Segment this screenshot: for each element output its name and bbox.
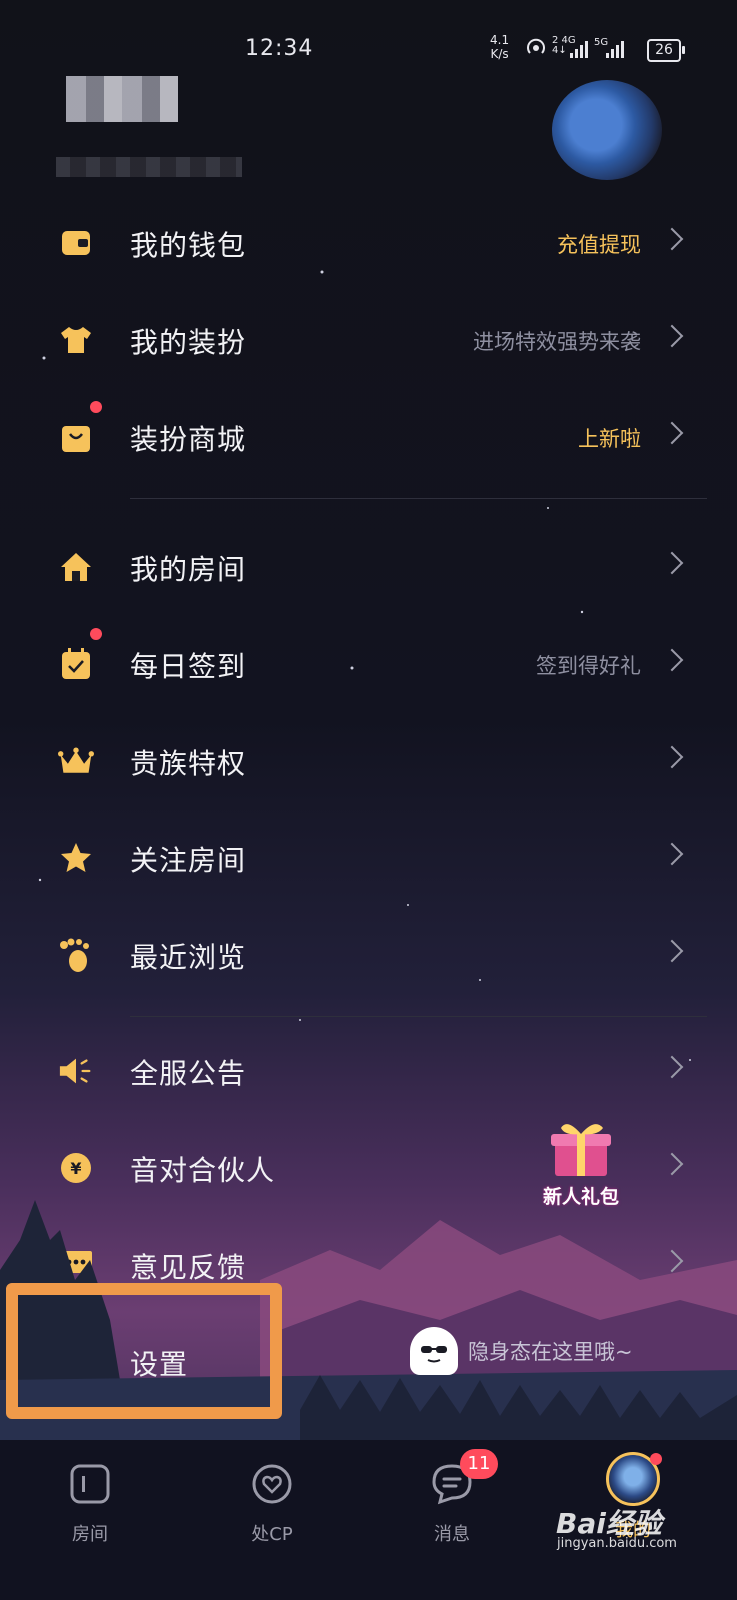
tshirt-icon <box>58 322 94 358</box>
shopping-bag-icon <box>58 419 94 455</box>
menu-item-daily-checkin[interactable]: 每日签到 签到得好礼 <box>0 616 737 713</box>
new-user-gift[interactable]: 新人礼包 <box>526 1118 636 1209</box>
message-count-badge: 11 <box>460 1449 498 1479</box>
signal-bars-2 <box>606 38 624 58</box>
status-bar: 12:34 4.1 K/s 2 4G 4↓ 5G 26 <box>0 0 737 80</box>
home-icon <box>58 549 94 585</box>
menu-item-noble-privilege[interactable]: 贵族特权 <box>0 713 737 810</box>
menu-item-announcement[interactable]: 全服公告 <box>0 1023 737 1120</box>
chevron-right-icon <box>660 939 684 963</box>
menu-item-outfit-store[interactable]: 装扮商城 上新啦 <box>0 389 737 486</box>
chevron-right-icon <box>660 745 684 769</box>
svg-text:¥: ¥ <box>70 1159 81 1178</box>
menu-label: 最近浏览 <box>130 940 247 974</box>
stealth-hint[interactable]: 隐身态在这里哦~ <box>410 1327 633 1375</box>
wallet-icon <box>58 225 94 261</box>
hotspot-icon <box>527 38 545 54</box>
tab-room[interactable]: 房间 <box>30 1440 150 1546</box>
menu-hint: 充值提现 <box>557 232 641 257</box>
crown-icon <box>58 743 94 779</box>
tab-label: 处CP <box>251 1524 293 1545</box>
profile-name-blurred[interactable] <box>66 76 178 122</box>
red-dot-badge <box>650 1453 662 1465</box>
divider <box>130 1016 707 1017</box>
chevron-right-icon <box>660 648 684 672</box>
menu-hint: 签到得好礼 <box>536 653 641 678</box>
tab-cp[interactable]: 处CP <box>212 1440 332 1546</box>
gift-label: 新人礼包 <box>542 1186 619 1208</box>
chevron-right-icon <box>660 842 684 866</box>
red-dot-badge <box>90 401 102 413</box>
tab-label: 消息 <box>434 1524 470 1545</box>
menu-label: 每日签到 <box>130 649 247 683</box>
battery-indicator: 26 <box>647 39 685 62</box>
calendar-check-icon <box>58 646 94 682</box>
menu-hint: 进场特效强势来袭 <box>473 329 641 354</box>
room-icon <box>70 1464 110 1504</box>
menu-label: 我的装扮 <box>130 325 247 359</box>
profile-id-blurred[interactable] <box>56 157 242 177</box>
menu-label: 关注房间 <box>130 843 247 877</box>
red-dot-badge <box>90 628 102 640</box>
status-time: 12:34 <box>245 36 314 61</box>
screen: 12:34 4.1 K/s 2 4G 4↓ 5G 26 我的钱包 充值提现 我的… <box>0 0 737 1600</box>
profile-avatar[interactable] <box>552 80 662 180</box>
chevron-right-icon <box>660 551 684 575</box>
chevron-right-icon <box>660 1152 684 1176</box>
footprint-icon <box>58 937 94 973</box>
menu-item-my-room[interactable]: 我的房间 <box>0 519 737 616</box>
menu-item-recent-browse[interactable]: 最近浏览 <box>0 907 737 1004</box>
chevron-right-icon <box>660 324 684 348</box>
menu-hint: 上新啦 <box>578 426 641 451</box>
settings-highlight-box <box>6 1283 282 1419</box>
signal-bars-1 <box>570 38 588 58</box>
chevron-right-icon <box>660 227 684 251</box>
menu-label: 贵族特权 <box>130 746 247 780</box>
menu-item-outfit[interactable]: 我的装扮 进场特效强势来袭 <box>0 292 737 389</box>
menu-label: 全服公告 <box>130 1056 247 1090</box>
divider <box>130 498 707 499</box>
gift-box-icon <box>551 1124 611 1176</box>
menu-label: 我的钱包 <box>130 228 247 262</box>
chevron-right-icon <box>660 421 684 445</box>
star-icon <box>58 840 94 876</box>
heart-chat-icon <box>252 1464 292 1504</box>
menu-label: 装扮商城 <box>130 422 247 456</box>
tab-label: 房间 <box>72 1524 108 1545</box>
menu-label: 我的房间 <box>130 552 247 586</box>
ghost-icon <box>410 1327 458 1375</box>
chevron-right-icon <box>660 1055 684 1079</box>
speaker-icon <box>58 1053 94 1089</box>
menu-item-followed-rooms[interactable]: 关注房间 <box>0 810 737 907</box>
menu-item-wallet[interactable]: 我的钱包 充值提现 <box>0 195 737 292</box>
network-speed: 4.1 K/s <box>490 33 510 61</box>
stealth-hint-text: 隐身态在这里哦~ <box>468 1340 633 1364</box>
baidu-jingyan-url: jingyan.baidu.com <box>557 1536 677 1551</box>
